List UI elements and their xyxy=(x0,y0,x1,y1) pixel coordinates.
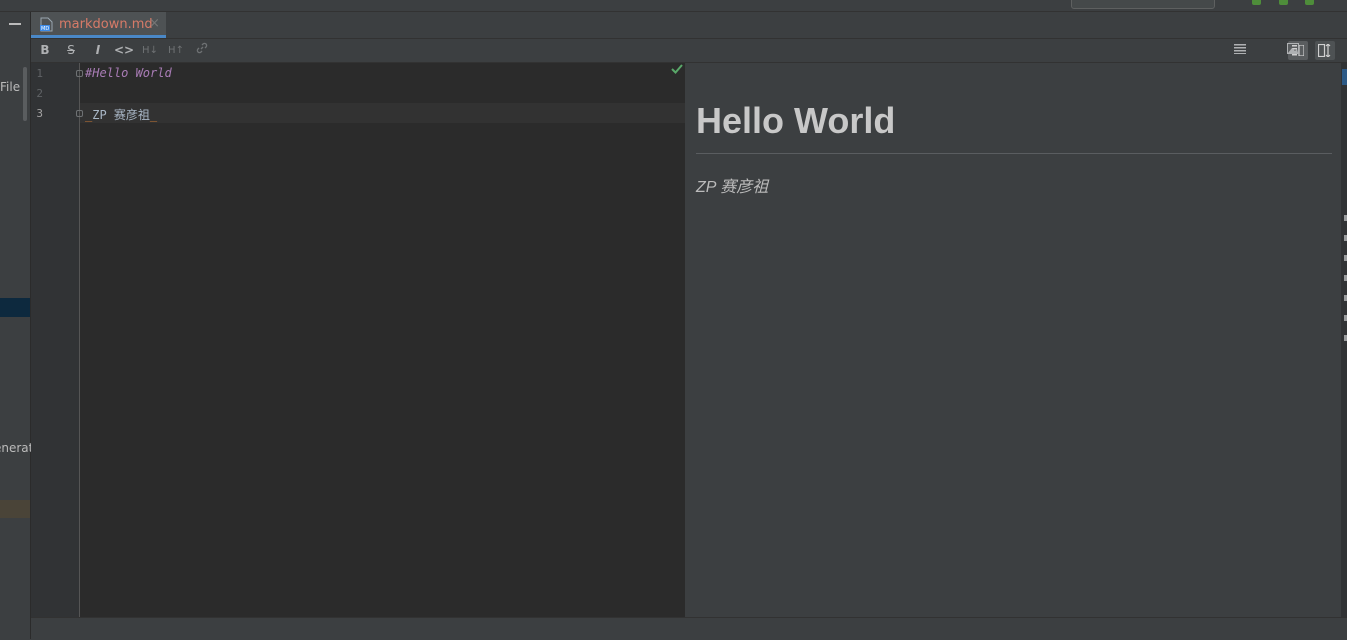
markdown-toolbar: B S I <> H↓ H↑ xyxy=(31,39,1347,63)
minimize-icon[interactable] xyxy=(9,23,21,25)
italic-button[interactable]: I xyxy=(88,42,108,59)
fold-marker-icon[interactable] xyxy=(76,70,83,77)
preview-heading: Hello World xyxy=(696,100,896,141)
preview-only-view-button[interactable] xyxy=(1283,42,1303,59)
project-tree-selected-row[interactable] xyxy=(0,298,30,317)
status-bar xyxy=(31,617,1347,640)
code-line[interactable]: _ZP 赛彦祖_ xyxy=(85,106,157,123)
header-level-down-button[interactable]: H↓ xyxy=(140,42,160,59)
preview-paragraph: ZP 赛彦祖 xyxy=(696,173,768,197)
line-number: 2 xyxy=(36,87,43,100)
link-icon xyxy=(196,42,208,54)
markdown-file-icon: MD xyxy=(40,17,53,32)
markdown-preview[interactable]: Hello World ZP 赛彦祖 xyxy=(685,63,1341,617)
strikethrough-button[interactable]: S xyxy=(61,42,81,59)
header-level-up-button[interactable]: H↑ xyxy=(166,42,186,59)
link-button[interactable] xyxy=(192,42,212,59)
run-icon[interactable] xyxy=(1252,0,1261,5)
preview-scrollbar[interactable] xyxy=(1341,63,1347,639)
code-text: ZP 赛彦祖 xyxy=(92,108,150,122)
code-line[interactable]: #Hello World xyxy=(85,66,172,80)
debug-icon[interactable] xyxy=(1279,0,1288,5)
line-number-gutter: 1 2 3 xyxy=(31,63,80,617)
emphasis-marker: _ xyxy=(149,108,158,122)
heading-rule xyxy=(696,153,1332,154)
svg-text:MD: MD xyxy=(41,26,49,32)
project-tree-label[interactable]: File xyxy=(0,80,20,94)
tab-label: markdown.md xyxy=(59,17,153,32)
project-scrollbar[interactable] xyxy=(23,67,27,121)
line-number: 3 xyxy=(36,107,43,120)
fold-marker-icon[interactable] xyxy=(76,110,83,117)
layout-toggle-icon xyxy=(1318,44,1331,57)
close-icon[interactable]: × xyxy=(149,16,160,31)
project-tree-label[interactable]: enerat xyxy=(0,441,33,455)
code-button[interactable]: <> xyxy=(114,42,134,59)
editor-only-view-button[interactable] xyxy=(1230,42,1250,59)
caret-row xyxy=(80,103,685,123)
preview-emphasis: ZP 赛彦祖 xyxy=(696,179,769,196)
scroll-marker[interactable] xyxy=(1342,69,1347,85)
inspection-ok-icon[interactable] xyxy=(671,63,683,79)
editor-tab-bar xyxy=(31,12,1347,39)
project-tree-highlighted-row[interactable] xyxy=(0,500,30,518)
bold-button[interactable]: B xyxy=(35,42,55,59)
coverage-icon[interactable] xyxy=(1305,0,1314,5)
line-number: 1 xyxy=(36,67,43,80)
image-icon xyxy=(1287,43,1299,54)
run-configuration-selector[interactable] xyxy=(1071,0,1215,9)
tab-markdown-md[interactable]: MD markdown.md × xyxy=(31,12,166,38)
markdown-editor[interactable]: 1 2 3 #Hello World _ZP 赛彦祖_ xyxy=(31,63,685,617)
layout-toggle-button[interactable] xyxy=(1315,41,1335,60)
editor-only-icon xyxy=(1234,44,1246,54)
